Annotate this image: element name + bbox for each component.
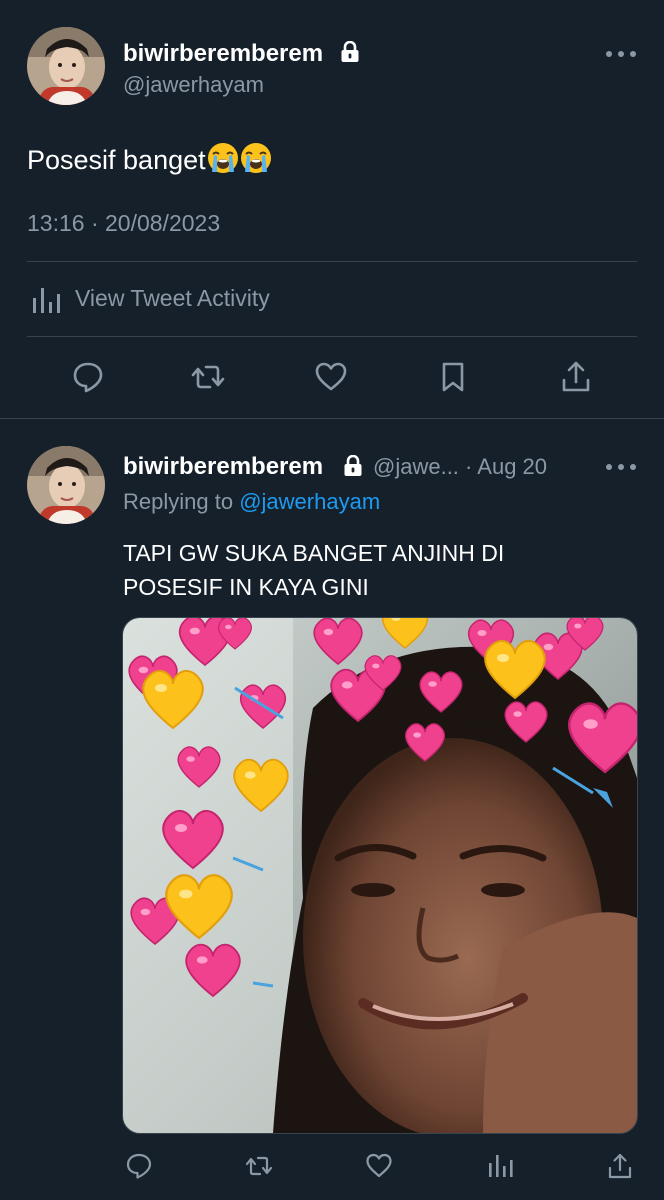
display-name[interactable]: biwirberemberem <box>123 453 323 481</box>
tweet-media-photo[interactable] <box>122 617 638 1134</box>
view-tweet-activity-button[interactable]: View Tweet Activity <box>27 280 427 318</box>
reply-meta: @jawe... · Aug 20 <box>373 454 547 480</box>
more-options-icon[interactable] <box>604 48 638 60</box>
loudly-crying-face-icon <box>207 143 238 173</box>
activity-label: View Tweet Activity <box>75 285 270 311</box>
reply-text-line: TAPI GW SUKA BANGET ANJINH DI <box>123 540 505 566</box>
share-icon[interactable] <box>559 360 593 394</box>
lock-icon <box>341 41 359 62</box>
replying-to-label: Replying to <box>123 489 234 514</box>
loudly-crying-face-icon <box>240 143 271 173</box>
user-handle[interactable]: @jawe... <box>373 454 459 479</box>
tweet-text: Posesif banget <box>27 142 272 176</box>
mention-link[interactable]: @jawerhayam <box>239 489 380 514</box>
display-name[interactable]: biwirberemberem <box>123 40 323 68</box>
like-icon[interactable] <box>365 1152 393 1180</box>
reply-icon[interactable] <box>71 360 105 394</box>
reply-text-line: POSESIF IN KAYA GINI <box>123 574 369 600</box>
hearts-meme-photo-icon <box>123 618 637 1133</box>
divider <box>27 336 637 337</box>
retweet-icon[interactable] <box>245 1152 273 1180</box>
retweet-icon[interactable] <box>191 360 225 394</box>
meta-separator: · <box>465 454 473 479</box>
user-handle[interactable]: @jawerhayam <box>123 72 264 98</box>
more-options-icon[interactable] <box>604 461 638 473</box>
avatar[interactable] <box>27 27 105 105</box>
reply-icon[interactable] <box>125 1152 153 1180</box>
bookmark-icon[interactable] <box>436 360 470 394</box>
tweet-timestamp[interactable]: 13:16 · 20/08/2023 <box>27 210 220 237</box>
like-icon[interactable] <box>314 360 348 394</box>
analytics-icon[interactable] <box>486 1152 514 1180</box>
avatar[interactable] <box>27 446 105 524</box>
lock-icon <box>344 455 362 476</box>
tweet-date[interactable]: Aug 20 <box>477 454 547 479</box>
share-icon[interactable] <box>606 1152 634 1180</box>
divider <box>27 261 637 262</box>
analytics-icon <box>33 288 60 313</box>
reply-text: TAPI GW SUKA BANGET ANJINH DI POSESIF IN… <box>123 536 623 604</box>
replying-to: Replying to @jawerhayam <box>123 489 380 515</box>
tweet-text-content: Posesif banget <box>27 145 206 175</box>
